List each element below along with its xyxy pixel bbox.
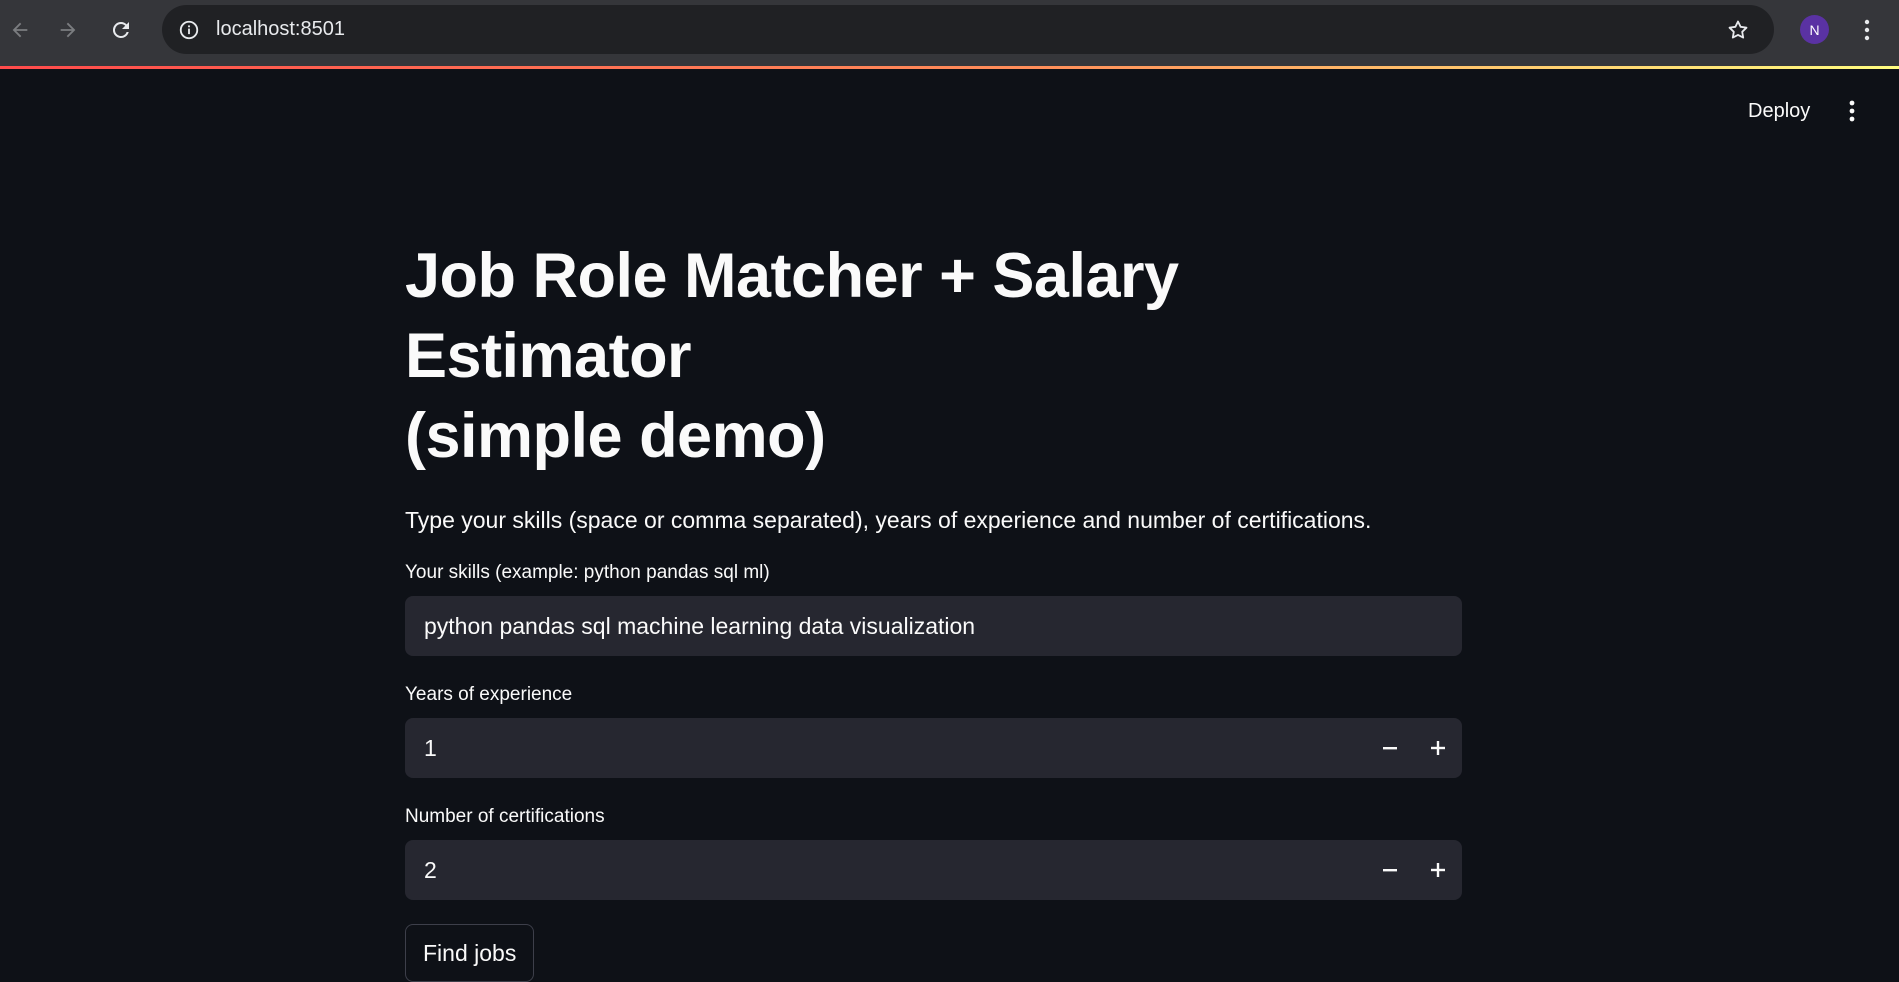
reload-icon bbox=[112, 21, 129, 38]
app-header: Deploy bbox=[0, 69, 1899, 149]
skills-label: Your skills (example: python pandas sql … bbox=[405, 562, 770, 583]
page-title-line2: (simple demo) bbox=[405, 401, 826, 471]
years-decrement-button[interactable] bbox=[1370, 728, 1410, 768]
deploy-button[interactable]: Deploy bbox=[1738, 93, 1820, 129]
years-input-value: 1 bbox=[424, 734, 437, 761]
main-menu-button[interactable] bbox=[1840, 93, 1864, 129]
plus-icon bbox=[1431, 741, 1445, 755]
find-jobs-button[interactable]: Find jobs bbox=[405, 924, 535, 982]
certifications-input-value: 2 bbox=[424, 856, 437, 883]
info-icon[interactable] bbox=[176, 17, 201, 42]
skills-input-value: python pandas sql machine learning data … bbox=[424, 612, 976, 639]
forward-button[interactable] bbox=[48, 10, 88, 50]
certifications-decrement-button[interactable] bbox=[1370, 850, 1410, 890]
years-increment-button[interactable] bbox=[1418, 728, 1458, 768]
certifications-label: Number of certifications bbox=[405, 806, 605, 827]
intro-text: Type your skills (space or comma separat… bbox=[405, 507, 1372, 533]
forward-arrow-icon bbox=[60, 22, 76, 38]
profile-avatar[interactable]: N bbox=[1800, 15, 1829, 44]
minus-icon bbox=[1383, 747, 1397, 750]
back-button[interactable] bbox=[0, 10, 40, 50]
minus-icon bbox=[1383, 869, 1397, 872]
years-label: Years of experience bbox=[405, 684, 573, 705]
bookmark-star-icon[interactable] bbox=[1724, 16, 1752, 44]
main-content: Job Role Matcher + Salary Estimator (sim… bbox=[405, 236, 1462, 982]
certifications-increment-button[interactable] bbox=[1418, 850, 1458, 890]
browser-toolbar: localhost:8501 N bbox=[0, 0, 1899, 66]
browser-menu-button[interactable] bbox=[1855, 12, 1879, 48]
skills-input[interactable]: python pandas sql machine learning data … bbox=[405, 596, 1462, 656]
years-input[interactable]: 1 bbox=[405, 718, 1462, 778]
page-title-line1: Job Role Matcher + Salary Estimator bbox=[405, 241, 1179, 391]
certifications-input[interactable]: 2 bbox=[405, 840, 1462, 900]
address-bar[interactable]: localhost:8501 bbox=[162, 5, 1774, 54]
kebab-menu-icon bbox=[1864, 19, 1870, 41]
reload-button[interactable] bbox=[101, 10, 141, 50]
kebab-menu-icon bbox=[1849, 100, 1855, 122]
back-arrow-icon bbox=[12, 22, 28, 38]
page-title: Job Role Matcher + Salary Estimator (sim… bbox=[405, 236, 1462, 476]
plus-icon bbox=[1431, 863, 1445, 877]
url-text: localhost:8501 bbox=[216, 18, 345, 40]
